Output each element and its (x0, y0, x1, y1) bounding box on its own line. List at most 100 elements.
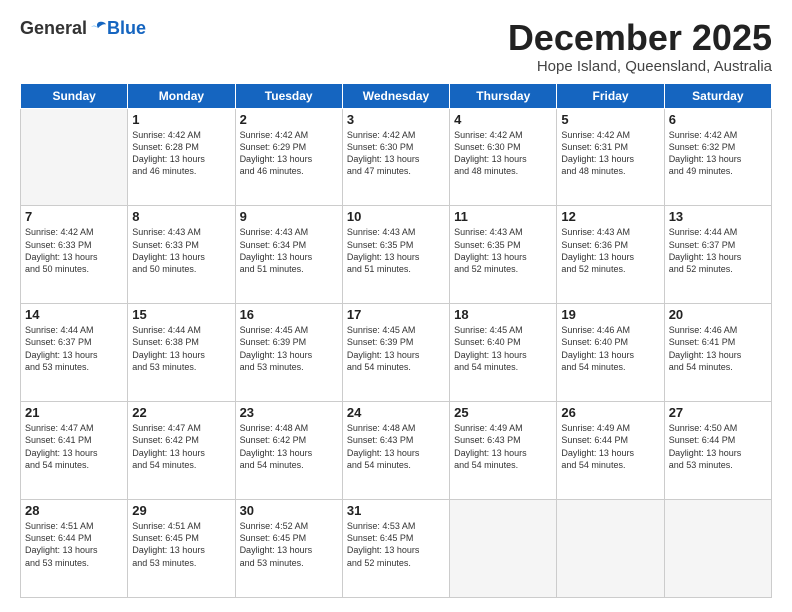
day-header-sunday: Sunday (21, 83, 128, 108)
logo-general-text: General (20, 18, 87, 39)
day-number: 15 (132, 307, 230, 322)
location: Hope Island, Queensland, Australia (508, 58, 772, 75)
day-number: 19 (561, 307, 659, 322)
day-number: 8 (132, 209, 230, 224)
day-info: Sunrise: 4:42 AM Sunset: 6:28 PM Dayligh… (132, 129, 230, 178)
logo-blue-text: Blue (107, 18, 146, 39)
calendar-cell: 4 Sunrise: 4:42 AM Sunset: 6:30 PM Daylig… (450, 108, 557, 206)
calendar-cell: 3 Sunrise: 4:42 AM Sunset: 6:30 PM Daylig… (342, 108, 449, 206)
day-number: 12 (561, 209, 659, 224)
calendar-week-row: 7Sunrise: 4:42 AM Sunset: 6:33 PM Daylig… (21, 206, 772, 304)
day-number: 23 (240, 405, 338, 420)
calendar-cell: 22 Sunrise: 4:47 AM Sunset: 6:42 PM Dayli… (128, 402, 235, 500)
calendar-cell: 20 Sunrise: 4:46 AM Sunset: 6:41 PM Dayli… (664, 304, 771, 402)
day-info: Sunrise: 4:42 AM Sunset: 6:32 PM Dayligh… (669, 129, 767, 178)
page: General Blue December 2025 Hope Island, … (0, 0, 792, 612)
day-info: Sunrise: 4:43 AM Sunset: 6:35 PM Dayligh… (347, 226, 445, 275)
calendar-cell: 24 Sunrise: 4:48 AM Sunset: 6:43 PM Dayli… (342, 402, 449, 500)
calendar-cell: 6 Sunrise: 4:42 AM Sunset: 6:32 PM Daylig… (664, 108, 771, 206)
calendar-cell: 11 Sunrise: 4:43 AM Sunset: 6:35 PM Dayli… (450, 206, 557, 304)
day-info: Sunrise: 4:46 AM Sunset: 6:40 PM Dayligh… (561, 324, 659, 373)
day-number: 14 (25, 307, 123, 322)
day-info: Sunrise: 4:42 AM Sunset: 6:29 PM Dayligh… (240, 129, 338, 178)
header: General Blue December 2025 Hope Island, … (20, 18, 772, 75)
day-number: 9 (240, 209, 338, 224)
day-info: Sunrise: 4:48 AM Sunset: 6:42 PM Dayligh… (240, 422, 338, 471)
calendar-cell: 19 Sunrise: 4:46 AM Sunset: 6:40 PM Dayli… (557, 304, 664, 402)
month-title: December 2025 (508, 18, 772, 58)
calendar-cell: 14 Sunrise: 4:44 AM Sunset: 6:37 PM Dayli… (21, 304, 128, 402)
day-info: Sunrise: 4:43 AM Sunset: 6:34 PM Dayligh… (240, 226, 338, 275)
day-number: 4 (454, 112, 552, 127)
day-header-friday: Friday (557, 83, 664, 108)
day-info: Sunrise: 4:46 AM Sunset: 6:41 PM Dayligh… (669, 324, 767, 373)
calendar-cell: 7Sunrise: 4:42 AM Sunset: 6:33 PM Daylig… (21, 206, 128, 304)
day-number: 28 (25, 503, 123, 518)
day-number: 18 (454, 307, 552, 322)
calendar-cell: 8 Sunrise: 4:43 AM Sunset: 6:33 PM Daylig… (128, 206, 235, 304)
day-info: Sunrise: 4:43 AM Sunset: 6:36 PM Dayligh… (561, 226, 659, 275)
calendar-cell: 1 Sunrise: 4:42 AM Sunset: 6:28 PM Daylig… (128, 108, 235, 206)
day-number: 1 (132, 112, 230, 127)
logo: General Blue (20, 18, 146, 39)
day-number: 5 (561, 112, 659, 127)
day-number: 25 (454, 405, 552, 420)
calendar-cell: 5 Sunrise: 4:42 AM Sunset: 6:31 PM Daylig… (557, 108, 664, 206)
day-info: Sunrise: 4:42 AM Sunset: 6:30 PM Dayligh… (454, 129, 552, 178)
calendar-cell: 10 Sunrise: 4:43 AM Sunset: 6:35 PM Dayli… (342, 206, 449, 304)
day-number: 20 (669, 307, 767, 322)
day-number: 24 (347, 405, 445, 420)
day-info: Sunrise: 4:44 AM Sunset: 6:37 PM Dayligh… (669, 226, 767, 275)
day-info: Sunrise: 4:49 AM Sunset: 6:44 PM Dayligh… (561, 422, 659, 471)
day-number: 7 (25, 209, 123, 224)
day-number: 30 (240, 503, 338, 518)
day-info: Sunrise: 4:43 AM Sunset: 6:35 PM Dayligh… (454, 226, 552, 275)
day-number: 31 (347, 503, 445, 518)
calendar-cell (450, 500, 557, 598)
day-info: Sunrise: 4:47 AM Sunset: 6:42 PM Dayligh… (132, 422, 230, 471)
calendar-cell: 16Sunrise: 4:45 AM Sunset: 6:39 PM Dayli… (235, 304, 342, 402)
calendar-cell: 27Sunrise: 4:50 AM Sunset: 6:44 PM Dayli… (664, 402, 771, 500)
day-number: 11 (454, 209, 552, 224)
calendar-cell: 17Sunrise: 4:45 AM Sunset: 6:39 PM Dayli… (342, 304, 449, 402)
day-number: 6 (669, 112, 767, 127)
calendar-cell: 31Sunrise: 4:53 AM Sunset: 6:45 PM Dayli… (342, 500, 449, 598)
day-number: 29 (132, 503, 230, 518)
calendar-week-row: 28 Sunrise: 4:51 AM Sunset: 6:44 PM Dayli… (21, 500, 772, 598)
calendar-cell: 28 Sunrise: 4:51 AM Sunset: 6:44 PM Dayli… (21, 500, 128, 598)
day-number: 21 (25, 405, 123, 420)
day-header-saturday: Saturday (664, 83, 771, 108)
calendar-header-row: SundayMondayTuesdayWednesdayThursdayFrid… (21, 83, 772, 108)
day-info: Sunrise: 4:48 AM Sunset: 6:43 PM Dayligh… (347, 422, 445, 471)
calendar-cell: 2Sunrise: 4:42 AM Sunset: 6:29 PM Daylig… (235, 108, 342, 206)
day-info: Sunrise: 4:47 AM Sunset: 6:41 PM Dayligh… (25, 422, 123, 471)
day-header-wednesday: Wednesday (342, 83, 449, 108)
calendar-cell: 9 Sunrise: 4:43 AM Sunset: 6:34 PM Daylig… (235, 206, 342, 304)
calendar-cell: 13 Sunrise: 4:44 AM Sunset: 6:37 PM Dayli… (664, 206, 771, 304)
day-info: Sunrise: 4:51 AM Sunset: 6:44 PM Dayligh… (25, 520, 123, 569)
calendar-cell: 12 Sunrise: 4:43 AM Sunset: 6:36 PM Dayli… (557, 206, 664, 304)
title-block: December 2025 Hope Island, Queensland, A… (508, 18, 772, 75)
calendar-cell: 26 Sunrise: 4:49 AM Sunset: 6:44 PM Dayli… (557, 402, 664, 500)
day-header-thursday: Thursday (450, 83, 557, 108)
day-info: Sunrise: 4:44 AM Sunset: 6:38 PM Dayligh… (132, 324, 230, 373)
day-header-tuesday: Tuesday (235, 83, 342, 108)
day-info: Sunrise: 4:44 AM Sunset: 6:37 PM Dayligh… (25, 324, 123, 373)
day-number: 22 (132, 405, 230, 420)
day-info: Sunrise: 4:42 AM Sunset: 6:31 PM Dayligh… (561, 129, 659, 178)
day-number: 16 (240, 307, 338, 322)
calendar-cell (557, 500, 664, 598)
day-number: 3 (347, 112, 445, 127)
calendar-cell: 29Sunrise: 4:51 AM Sunset: 6:45 PM Dayli… (128, 500, 235, 598)
calendar-cell: 23 Sunrise: 4:48 AM Sunset: 6:42 PM Dayli… (235, 402, 342, 500)
day-info: Sunrise: 4:52 AM Sunset: 6:45 PM Dayligh… (240, 520, 338, 569)
day-info: Sunrise: 4:43 AM Sunset: 6:33 PM Dayligh… (132, 226, 230, 275)
day-number: 26 (561, 405, 659, 420)
day-info: Sunrise: 4:49 AM Sunset: 6:43 PM Dayligh… (454, 422, 552, 471)
calendar-table: SundayMondayTuesdayWednesdayThursdayFrid… (20, 83, 772, 598)
day-number: 13 (669, 209, 767, 224)
calendar-week-row: 21 Sunrise: 4:47 AM Sunset: 6:41 PM Dayli… (21, 402, 772, 500)
day-info: Sunrise: 4:42 AM Sunset: 6:30 PM Dayligh… (347, 129, 445, 178)
day-number: 10 (347, 209, 445, 224)
calendar-cell: 15 Sunrise: 4:44 AM Sunset: 6:38 PM Dayli… (128, 304, 235, 402)
